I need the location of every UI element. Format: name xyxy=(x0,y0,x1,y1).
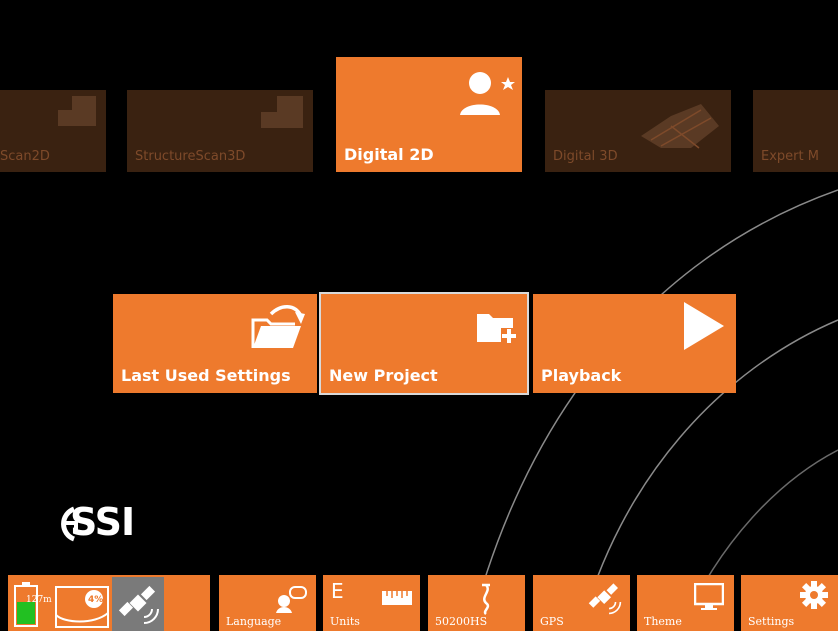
storage-text: 4% xyxy=(88,595,104,605)
logo-text: SSI xyxy=(70,500,135,544)
toolbar-label: Language xyxy=(226,615,282,628)
new-project-tile[interactable]: New Project xyxy=(319,292,529,395)
units-letter: E xyxy=(331,579,344,603)
play-icon xyxy=(684,302,724,350)
tile-label: Playback xyxy=(541,366,622,385)
toolbar-label: Theme xyxy=(644,615,682,628)
tile-label: Last Used Settings xyxy=(121,366,291,385)
battery-text: 127m xyxy=(26,595,52,605)
ruler-icon xyxy=(382,591,412,605)
toolbar-label: Units xyxy=(330,615,360,628)
last-used-settings-tile[interactable]: Last Used Settings xyxy=(113,294,317,393)
toolbar-label: GPS xyxy=(540,615,564,628)
units-button[interactable]: E Units xyxy=(323,575,420,631)
monitor-icon xyxy=(694,583,724,610)
digital3d-icon xyxy=(641,104,719,149)
mode-label: StructureScan3D xyxy=(135,149,246,164)
mode-structurescan3d[interactable]: StructureScan3D xyxy=(127,90,313,172)
scan2d-icon xyxy=(58,96,96,126)
mode-digital-3d[interactable]: Digital 3D xyxy=(545,90,731,172)
theme-button[interactable]: Theme xyxy=(637,575,734,631)
storage-icon xyxy=(55,586,109,628)
battery-level xyxy=(17,602,35,624)
mode-label: Scan2D xyxy=(0,149,50,164)
mode-expert[interactable]: Expert M xyxy=(753,90,838,172)
tile-label: New Project xyxy=(329,366,438,385)
mode-label: Expert M xyxy=(761,149,819,164)
gps-button[interactable]: GPS xyxy=(533,575,630,631)
satellite-icon xyxy=(588,583,622,615)
battery-icon xyxy=(14,582,38,627)
open-folder-icon xyxy=(251,305,305,348)
status-tile[interactable]: 127m 4% xyxy=(8,575,210,631)
antenna-button[interactable]: 50200HS xyxy=(428,575,525,631)
bottom-toolbar: 127m 4% Language E Units 50200HS GPS The… xyxy=(0,575,838,631)
user-star-icon xyxy=(460,72,515,115)
speech-bubble-icon xyxy=(276,586,307,613)
gps-status-box xyxy=(112,577,164,631)
toolbar-label: Settings xyxy=(748,615,795,628)
structurescan3d-icon xyxy=(261,96,303,128)
playback-tile[interactable]: Playback xyxy=(533,294,736,393)
gear-icon xyxy=(800,581,828,609)
folder-add-icon xyxy=(477,314,517,344)
main-screen: Scan2D StructureScan3D Digital 2D Digita… xyxy=(0,0,838,631)
mode-label: Digital 2D xyxy=(344,145,434,164)
language-button[interactable]: Language xyxy=(219,575,316,631)
mode-scan2d[interactable]: Scan2D xyxy=(0,90,106,172)
toolbar-label: 50200HS xyxy=(435,615,488,628)
antenna-icon xyxy=(482,583,490,615)
mode-digital-2d[interactable]: Digital 2D xyxy=(336,57,522,172)
mode-label: Digital 3D xyxy=(553,149,618,164)
settings-button[interactable]: Settings xyxy=(741,575,838,631)
satellite-icon xyxy=(118,585,159,624)
